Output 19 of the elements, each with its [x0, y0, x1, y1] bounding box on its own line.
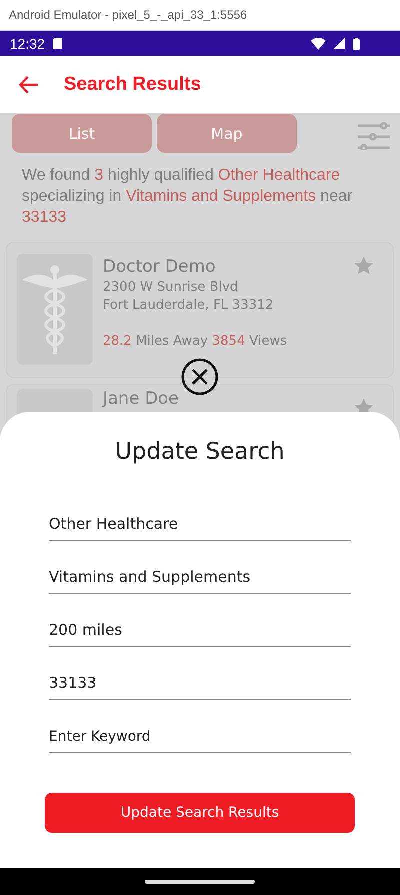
address-line: 2300 W Sunrise Blvd — [103, 280, 240, 295]
sd-card-icon — [53, 38, 62, 49]
signal-icon — [334, 38, 345, 49]
sheet-title: Update Search — [115, 439, 285, 465]
status-time: 12:32 — [10, 36, 46, 52]
home-handle[interactable] — [145, 880, 255, 884]
back-button[interactable] — [18, 74, 40, 96]
window-title: Android Emulator - pixel_5_-_api_33_1:5556 — [9, 8, 248, 22]
result-stats: 28.2 Miles Away 3854 Views — [103, 334, 288, 349]
city-line: Fort Lauderdale, FL 33312 — [103, 298, 275, 313]
star-icon[interactable] — [353, 255, 375, 277]
results-summary: We found 3 highly qualified Other Healthcare specializing in Vitamins and Supplements near 33133 — [22, 166, 354, 228]
screen-title: Search Results — [64, 74, 202, 96]
provider-name: Jane Doe — [103, 389, 180, 409]
wifi-icon — [311, 38, 326, 50]
battery-icon — [353, 38, 360, 50]
update-search-button[interactable]: Update Search Results — [45, 793, 355, 833]
close-button[interactable] — [181, 358, 219, 396]
provider-name: Doctor Demo — [103, 257, 217, 277]
